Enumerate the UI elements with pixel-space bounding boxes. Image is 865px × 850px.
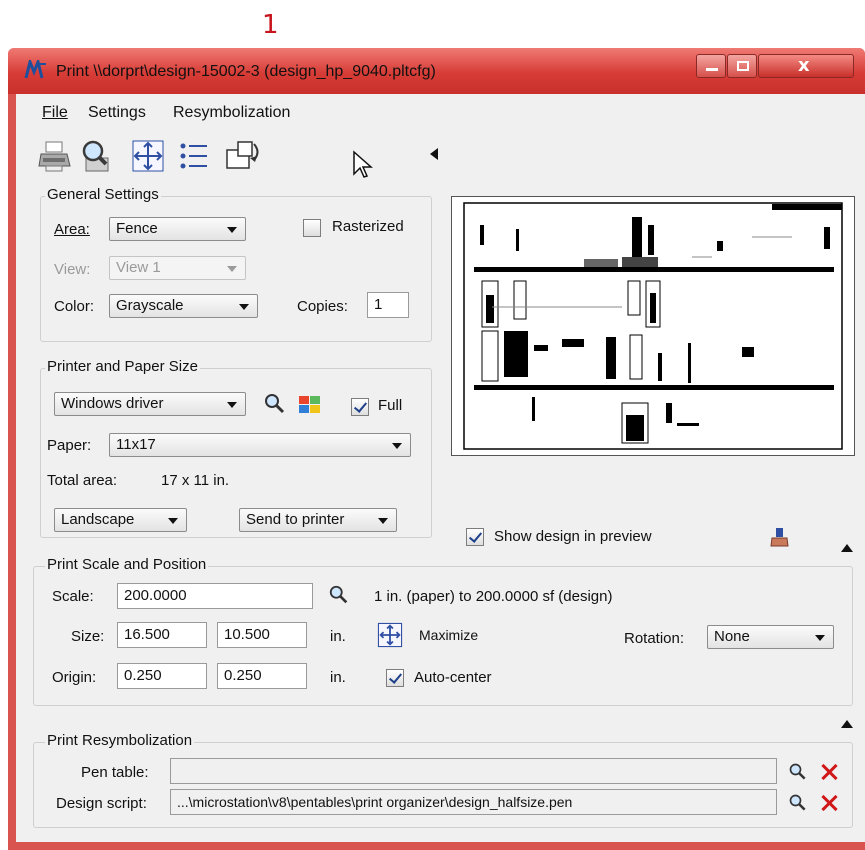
printer-driver-dropdown[interactable]: Windows driver [54,392,246,416]
preview-refresh-brush-icon[interactable] [770,526,790,548]
area-value: Fence [116,220,158,237]
printer-properties-magnifier-icon[interactable] [263,392,287,416]
copies-label: Copies: [297,298,348,315]
print-scale-position-title: Print Scale and Position [45,556,209,573]
view-value: View 1 [116,259,161,276]
rotate-sheet-icon[interactable] [224,138,264,174]
chevron-down-icon [815,635,825,641]
rotation-dropdown[interactable]: None [707,625,834,649]
chevron-down-icon [227,266,237,272]
rotation-value: None [714,628,750,645]
origin-x-input[interactable]: 0.250 [117,663,207,689]
chevron-down-icon [239,304,249,310]
paper-dropdown[interactable]: 11x17 [109,433,411,457]
view-label: View: [54,261,91,278]
chevron-down-icon [378,518,388,524]
close-icon: x [798,55,810,76]
design-script-clear-x-icon[interactable] [820,794,838,812]
print-resymbolization-group [33,742,853,828]
size-label: Size: [71,628,105,645]
area-label: Area: [54,221,90,238]
area-dropdown[interactable]: Fence [109,217,246,241]
copies-input[interactable]: 1 [367,292,409,318]
collapse-resymbolization-section-icon[interactable] [841,720,853,728]
total-area-value: 17 x 11 in. [161,472,230,489]
size-width-input[interactable]: 16.500 [117,622,207,648]
design-script-label: Design script: [56,795,147,812]
pen-table-browse-magnifier-icon[interactable] [788,762,808,782]
chevron-down-icon [392,443,402,449]
maximize-icon [737,61,749,71]
chevron-down-icon [227,227,237,233]
origin-label: Origin: [52,669,97,686]
destination-dropdown[interactable]: Send to printer [239,508,397,532]
window-title: Print \\dorprt\design-15002-3 (design_hp… [56,63,436,80]
paper-label: Paper: [47,437,92,454]
origin-y-input[interactable]: 0.250 [217,663,307,689]
color-value: Grayscale [116,297,184,314]
print-preview-canvas[interactable] [451,196,855,456]
printer-paper-title: Printer and Paper Size [45,358,200,375]
collapse-scale-section-icon[interactable] [841,544,853,552]
general-settings-title: General Settings [45,186,161,203]
print-resymbolization-title: Print Resymbolization [45,732,195,749]
preview-magnifier-icon[interactable] [78,138,114,174]
microstation-app-icon [24,60,46,79]
full-label: Full [378,397,403,414]
orientation-dropdown[interactable]: Landscape [54,508,187,532]
maximize-extents-icon[interactable] [377,622,403,648]
auto-center-label: Auto-center [414,669,492,686]
scale-input[interactable]: 200.0000 [117,583,313,609]
view-dropdown[interactable]: View 1 [109,256,246,280]
color-dropdown[interactable]: Grayscale [109,294,258,318]
menu-file[interactable]: File [42,104,68,122]
chevron-down-icon [227,402,237,408]
color-label: Color: [54,298,95,315]
full-checkbox[interactable] [351,398,369,416]
rasterized-label: Rasterized [332,218,404,235]
orientation-value: Landscape [61,511,135,528]
scale-label: Scale: [52,588,94,605]
show-design-preview-checkbox[interactable] [466,528,484,546]
design-preview-drawing [463,202,843,450]
destination-value: Send to printer [246,511,345,528]
paper-value: 11x17 [116,436,156,453]
minimize-icon [706,68,718,71]
scale-assistant-magnifier-icon[interactable] [328,584,350,606]
scale-description: 1 in. (paper) to 200.0000 sf (design) [374,588,613,605]
show-design-preview-label: Show design in preview [494,528,652,545]
menu-settings[interactable]: Settings [88,104,146,122]
windows-printer-setup-icon[interactable] [297,394,323,416]
size-height-input[interactable]: 10.500 [217,622,307,648]
rasterized-checkbox[interactable] [303,219,321,237]
auto-center-checkbox[interactable] [386,669,404,687]
size-unit: in. [330,628,346,645]
pen-table-input[interactable] [170,758,777,784]
mouse-cursor-icon [353,150,373,178]
maximize-label[interactable]: Maximize [419,627,478,643]
maximize-button[interactable] [727,54,757,78]
rotation-label: Rotation: [624,630,685,647]
menu-resymbolization[interactable]: Resymbolization [173,104,290,122]
annotation-1: 1 [262,10,279,40]
collapse-panel-arrow-icon[interactable] [430,148,438,160]
close-button[interactable]: x [758,54,854,78]
list-icon[interactable] [176,138,212,174]
minimize-button[interactable] [696,54,726,78]
pen-table-label: Pen table: [81,764,149,781]
origin-unit: in. [330,669,346,686]
printer-icon[interactable] [37,138,73,174]
printer-driver-value: Windows driver [61,395,164,412]
design-script-input[interactable]: ...\microstation\v8\pentables\print orga… [170,789,777,815]
fit-extents-icon[interactable] [130,138,166,174]
chevron-down-icon [168,518,178,524]
design-script-browse-magnifier-icon[interactable] [788,793,808,813]
pen-table-clear-x-icon[interactable] [820,763,838,781]
total-area-label: Total area: [47,472,118,489]
